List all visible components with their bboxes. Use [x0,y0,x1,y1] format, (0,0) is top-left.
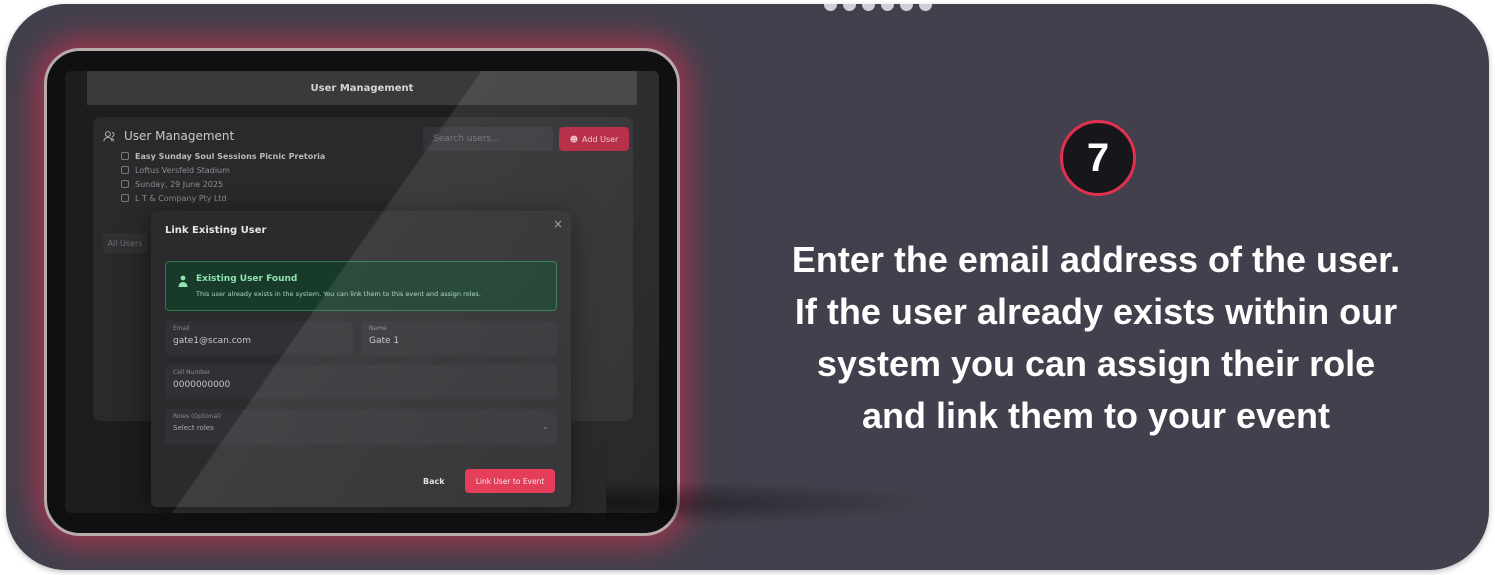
instruction-line: and link them to your event [861,395,1331,436]
event-date: Sunday, 29 June 2025 [135,179,224,189]
link-user-to-event-button[interactable]: Link User to Event [465,469,555,493]
user-plus-icon: ☻ [569,134,579,144]
event-venue-row: Loftus Versfeld Stadium [121,163,325,177]
modal-title: Link Existing User [165,225,267,236]
event-details: Easy Sunday Soul Sessions Picnic Pretori… [121,149,325,205]
email-field[interactable]: Email gate1@scan.com [165,321,353,355]
alert-title: Existing User Found [196,274,298,284]
instruction-line: system you can assign their role [816,343,1376,384]
ticket-icon [121,152,129,160]
email-label: Email [173,325,190,332]
step-number: 7 [1086,135,1110,180]
add-user-label: Add User [582,134,619,144]
instruction-line: Enter the email address of the user. [791,239,1401,280]
pager-dot[interactable] [900,4,913,11]
cell-number-value: 0000000000 [173,380,231,390]
tab-all-users[interactable]: All Users [103,233,147,253]
email-value: gate1@scan.com [173,336,251,346]
roles-placeholder: Select roles [173,424,214,432]
tablet-frame: User Management User Management Easy Sun… [44,48,680,536]
calendar-icon [121,180,129,188]
search-placeholder: Search users... [433,134,500,144]
panel-header: User Management [103,129,234,143]
app-topbar-title: User Management [310,82,414,94]
event-name: Easy Sunday Soul Sessions Picnic Pretori… [135,151,326,161]
instruction-line: If the user already exists within our [794,291,1398,332]
name-field[interactable]: Name Gate 1 [361,321,557,355]
existing-user-alert: Existing User Found This user already ex… [165,261,557,311]
alert-description: This user already exists in the system. … [196,290,481,298]
name-label: Name [369,325,387,332]
tablet-shadow [606,480,946,526]
tablet-screen: User Management User Management Easy Sun… [65,71,659,513]
add-user-button[interactable]: ☻ Add User [559,127,629,151]
search-input[interactable]: Search users... [423,127,553,151]
close-icon[interactable]: × [553,217,563,231]
cell-number-field[interactable]: Cell Number 0000000000 [165,365,557,399]
link-existing-user-modal: Link Existing User × Existing User Found… [151,211,571,507]
roles-select[interactable]: Roles (Optional) Select roles ⌄ [165,409,557,445]
step-number-badge: 7 [1060,120,1136,196]
pager-dot[interactable] [919,4,932,11]
back-button[interactable]: Back [423,477,445,486]
event-name-row: Easy Sunday Soul Sessions Picnic Pretori… [121,149,325,163]
all-users-label: All Users [107,238,143,248]
pager-dot[interactable] [824,4,837,11]
event-venue: Loftus Versfeld Stadium [135,165,230,175]
location-icon [121,166,129,174]
user-check-icon [178,275,188,287]
event-date-row: Sunday, 29 June 2025 [121,177,325,191]
instruction-text: Enter the email address of the user. If … [706,234,1486,442]
link-user-label: Link User to Event [475,476,545,486]
name-value: Gate 1 [369,336,400,346]
pager-dot[interactable] [843,4,856,11]
pager-dots [824,4,932,11]
event-company-row: L T & Company Pty Ltd [121,191,325,205]
event-company: L T & Company Pty Ltd [135,193,227,203]
panel-title: User Management [124,129,235,143]
pager-dot[interactable] [862,4,875,11]
cell-number-label: Cell Number [173,369,211,376]
users-icon [103,130,115,141]
chevron-down-icon: ⌄ [542,422,549,431]
roles-label: Roles (Optional) [173,413,222,420]
pager-dot[interactable] [881,4,894,11]
app-topbar: User Management [87,71,637,105]
building-icon [121,194,129,202]
tutorial-card: User Management User Management Easy Sun… [6,4,1489,570]
